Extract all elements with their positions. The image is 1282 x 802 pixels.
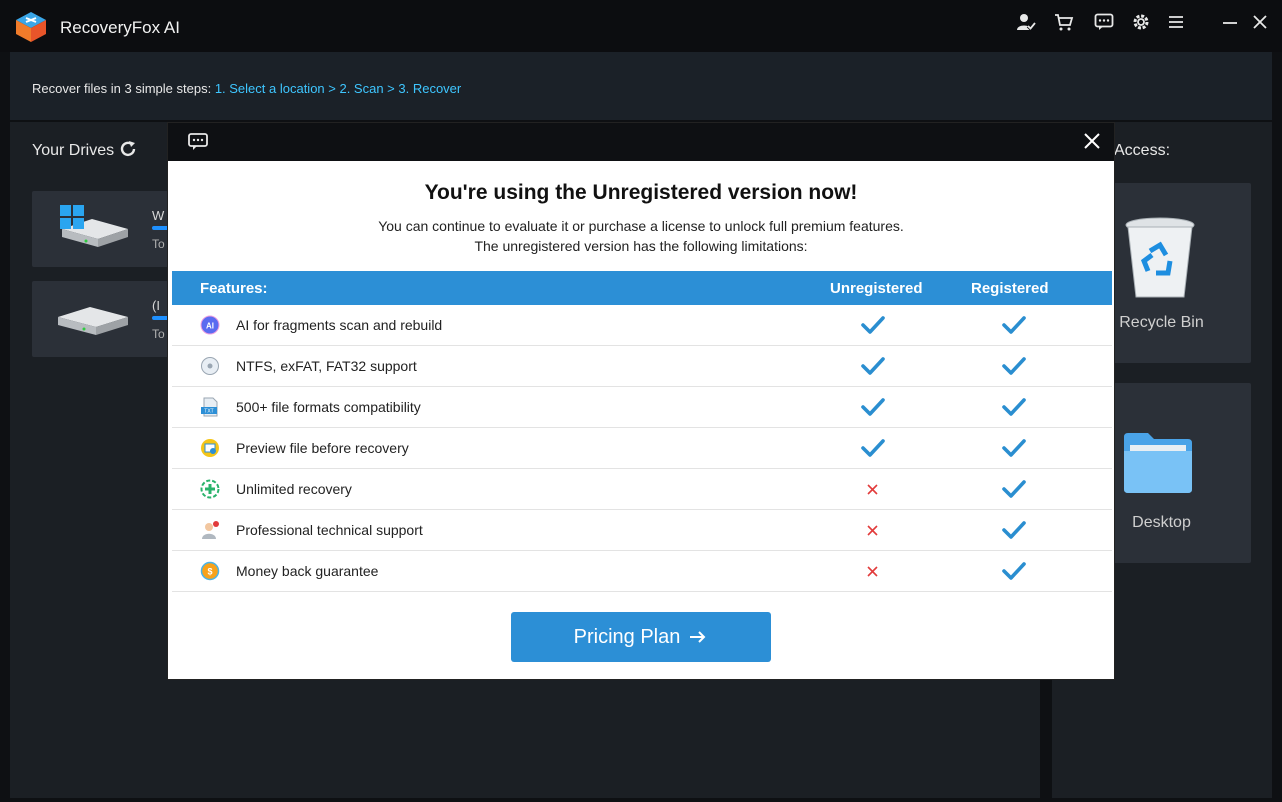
arrow-right-icon [690, 631, 706, 643]
plus-circle-icon [200, 479, 220, 499]
feature-label: Preview file before recovery [236, 440, 409, 456]
steps-prefix: Recover files in 3 simple steps: [32, 81, 212, 96]
coin-icon: $ [200, 561, 220, 581]
feature-row: Preview file before recovery [172, 428, 1112, 469]
cart-icon[interactable] [1050, 10, 1078, 34]
feature-row: TXT 500+ file formats compatibility [172, 387, 1112, 428]
registered-check-icon [1002, 398, 1026, 416]
steps-links[interactable]: 1. Select a location > 2. Scan > 3. Reco… [215, 81, 461, 96]
folder-icon [1124, 433, 1192, 493]
minimize-icon[interactable] [1216, 10, 1244, 34]
chat-icon[interactable] [188, 133, 208, 151]
registered-check-icon [1002, 521, 1026, 539]
drive-label: (I [152, 298, 160, 313]
title-bar: RecoveryFox AI [0, 0, 1282, 52]
features-table: Features: Unregistered Registered AI AI f… [172, 271, 1112, 592]
unregistered-cross-icon [867, 525, 878, 536]
app-title: RecoveryFox AI [60, 18, 180, 37]
unregistered-dialog: You're using the Unregistered version no… [167, 122, 1115, 680]
drive-label: W [152, 208, 165, 223]
pricing-plan-button[interactable]: Pricing Plan [511, 612, 771, 662]
feedback-icon[interactable] [1090, 10, 1118, 34]
support-agent-icon [202, 521, 219, 539]
settings-icon[interactable] [1127, 10, 1155, 34]
recycle-bin-icon [1125, 217, 1195, 298]
registered-check-icon [1002, 316, 1026, 334]
unregistered-check-icon [861, 439, 885, 457]
feature-label: AI for fragments scan and rebuild [236, 317, 443, 333]
feature-label: 500+ file formats compatibility [236, 399, 421, 415]
app-logo-icon [16, 12, 46, 42]
steps-text: Recover files in 3 simple steps: 1. Sele… [32, 81, 461, 96]
svg-text:AI: AI [206, 322, 214, 331]
pricing-plan-label: Pricing Plan [573, 625, 681, 648]
unregistered-check-icon [861, 398, 885, 416]
menu-icon[interactable] [1162, 10, 1190, 34]
features-column-header: Features: [200, 280, 268, 297]
refresh-icon[interactable] [118, 139, 138, 159]
registered-check-icon [1002, 480, 1026, 498]
features-table-header: Features: Unregistered Registered [172, 271, 1112, 305]
dialog-subtitle-1: You can continue to evaluate it or purch… [378, 218, 904, 234]
unregistered-column-header: Unregistered [830, 280, 923, 297]
txt-file-icon: TXT [201, 397, 218, 417]
drive-icon [58, 307, 128, 335]
feature-row: $ Money back guarantee [172, 551, 1112, 592]
quick-access-title: Access: [1114, 142, 1171, 159]
your-drives-title: Your Drives [32, 142, 115, 159]
dialog-close-icon[interactable] [1082, 131, 1102, 151]
feature-label: NTFS, exFAT, FAT32 support [236, 358, 417, 374]
close-window-icon[interactable] [1246, 10, 1274, 34]
drive-card-secondary[interactable]: (I To [32, 281, 182, 357]
feature-row: Unlimited recovery [172, 469, 1112, 510]
registered-check-icon [1002, 562, 1026, 580]
ai-icon: AI [200, 315, 220, 335]
svg-text:$: $ [207, 567, 212, 577]
dialog-subtitle-2: The unregistered version has the followi… [474, 238, 808, 254]
feature-row: AI AI for fragments scan and rebuild [172, 305, 1112, 346]
account-icon[interactable] [1012, 10, 1040, 34]
drive-sub: To [152, 237, 165, 251]
registered-check-icon [1002, 439, 1026, 457]
registered-check-icon [1002, 357, 1026, 375]
disk-icon [201, 357, 219, 375]
unregistered-cross-icon [867, 484, 878, 495]
drive-card-system[interactable]: W To [32, 191, 182, 267]
feature-label: Unlimited recovery [236, 481, 352, 497]
feature-label: Professional technical support [236, 522, 423, 538]
dialog-title: You're using the Unregistered version no… [424, 181, 858, 204]
unregistered-check-icon [861, 357, 885, 375]
windows-drive-icon [60, 205, 128, 247]
feature-label: Money back guarantee [236, 563, 379, 579]
preview-icon [201, 439, 219, 457]
drive-sub: To [152, 327, 165, 341]
features-rows: AI AI for fragments scan and rebuild NTFS,… [172, 305, 1112, 592]
unregistered-cross-icon [867, 566, 878, 577]
feature-row: Professional technical support [172, 510, 1112, 551]
registered-column-header: Registered [971, 280, 1049, 297]
dialog-header [168, 123, 1114, 161]
svg-text:TXT: TXT [204, 409, 213, 415]
unregistered-check-icon [861, 316, 885, 334]
steps-banner: Recover files in 3 simple steps: 1. Sele… [10, 52, 1272, 120]
feature-row: NTFS, exFAT, FAT32 support [172, 346, 1112, 387]
